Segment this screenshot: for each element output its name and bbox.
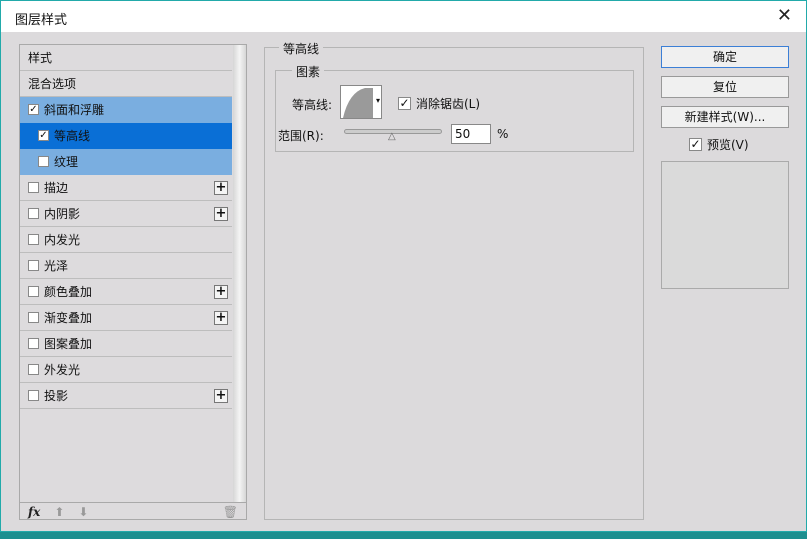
sidebar-item-label: 等高线 (54, 129, 91, 143)
antialias-label: 消除锯齿(L) (416, 97, 481, 111)
checkbox[interactable] (28, 234, 39, 245)
sidebar-item-label: 图案叠加 (44, 337, 93, 351)
sidebar-item[interactable]: 外发光 (20, 357, 232, 383)
checked-checkbox[interactable]: ✓ (28, 104, 39, 115)
percent-unit: % (497, 127, 509, 141)
sidebar-item[interactable]: 内阴影 + (20, 201, 232, 227)
elements-group: 图素 等高线: ▾ ✓ 消除锯齿(L) 范围(R): △ 50 % (275, 63, 634, 152)
close-icon[interactable]: ✕ (777, 5, 792, 26)
sidebar-item-label: 颜色叠加 (44, 285, 93, 299)
ok-button[interactable]: 确定 (661, 46, 789, 68)
new-style-button[interactable]: 新建样式(W)... (661, 106, 789, 128)
slider-thumb[interactable]: △ (388, 131, 396, 142)
checkbox[interactable] (28, 208, 39, 219)
reset-button[interactable]: 复位 (661, 76, 789, 98)
range-input[interactable]: 50 (451, 124, 491, 144)
sidebar-item-label: 内发光 (44, 233, 81, 247)
range-slider[interactable]: △ (344, 129, 442, 142)
checkbox[interactable] (28, 338, 39, 349)
style-preview (661, 161, 789, 289)
contour-label: 等高线: (292, 98, 333, 112)
check-icon: ✓ (689, 137, 702, 151)
check-icon: ✓ (398, 96, 411, 110)
sidebar-item-label: 渐变叠加 (44, 311, 93, 325)
range-label: 范围(R): (278, 129, 324, 143)
sidebar-item[interactable]: 光泽 (20, 253, 232, 279)
preview-label: 预览(V) (707, 138, 749, 152)
contour-curve-icon (343, 88, 373, 118)
move-down-icon[interactable]: ⬇ (78, 505, 88, 519)
add-icon[interactable]: + (214, 181, 228, 195)
add-icon[interactable]: + (214, 389, 228, 403)
checked-checkbox[interactable]: ✓ (38, 130, 49, 141)
sidebar-item[interactable]: ✓ 等高线 (20, 123, 232, 149)
sidebar-item-label: 样式 (28, 51, 53, 65)
sidebar-item[interactable]: 颜色叠加 + (20, 279, 232, 305)
sidebar-item-label: 光泽 (44, 259, 69, 273)
contour-group: 等高线 图素 等高线: ▾ ✓ 消除锯齿(L) 范围(R): △ 50 % (264, 40, 644, 520)
checkbox[interactable] (28, 182, 39, 193)
sidebar-item[interactable]: 描边 + (20, 175, 232, 201)
scrollbar[interactable] (233, 45, 246, 503)
sidebar-item[interactable]: 投影 + (20, 383, 232, 409)
preview-checkbox[interactable]: ✓ 预览(V) (689, 136, 749, 153)
sidebar-item[interactable]: 内发光 (20, 227, 232, 253)
antialias-checkbox[interactable]: ✓ 消除锯齿(L) (398, 95, 480, 112)
sidebar-item[interactable]: 混合选项 (20, 71, 232, 97)
sidebar-item-label: 混合选项 (28, 77, 77, 91)
sidebar-item[interactable]: 纹理 (20, 149, 232, 175)
sidebar-item-label: 描边 (44, 181, 69, 195)
add-icon[interactable]: + (214, 207, 228, 221)
list-toolbar: fx ⬆ ⬇ 🗑 (20, 502, 246, 520)
checkbox[interactable] (38, 156, 49, 167)
sidebar-item[interactable]: 图案叠加 (20, 331, 232, 357)
subgroup-title: 图素 (292, 63, 325, 80)
fx-button[interactable]: fx (28, 505, 40, 519)
sidebar-item-label: 内阴影 (44, 207, 81, 221)
chevron-down-icon: ▾ (375, 96, 380, 105)
sidebar-item-label: 纹理 (54, 155, 79, 169)
sidebar-item-label: 外发光 (44, 363, 81, 377)
sidebar-item[interactable]: ✓ 斜面和浮雕 (20, 97, 232, 123)
styles-list: 样式混合选项 ✓ 斜面和浮雕 ✓ 等高线纹理描边 + 内阴影 + 内发光光泽颜色叠加 + 渐变叠加 +… (19, 44, 247, 520)
group-title: 等高线 (279, 40, 324, 57)
contour-picker[interactable]: ▾ (340, 85, 382, 119)
checkbox[interactable] (28, 260, 39, 271)
checkbox[interactable] (28, 390, 39, 401)
dialog-title: 图层样式 (15, 13, 68, 28)
layer-style-dialog: 图层样式 ✕ 样式混合选项 ✓ 斜面和浮雕 ✓ 等高线纹理描边 + 内阴影 + 内发光光泽颜色叠… (0, 0, 807, 532)
checkbox[interactable] (28, 364, 39, 375)
trash-icon[interactable]: 🗑 (223, 505, 238, 519)
title-bar: 图层样式 ✕ (1, 1, 806, 32)
checkbox[interactable] (28, 312, 39, 323)
add-icon[interactable]: + (214, 285, 228, 299)
add-icon[interactable]: + (214, 311, 228, 325)
sidebar-item-label: 斜面和浮雕 (44, 103, 105, 117)
range-value: 50 (455, 127, 471, 141)
sidebar-item[interactable]: 样式 (20, 45, 232, 71)
sidebar-item-label: 投影 (44, 389, 69, 403)
checkbox[interactable] (28, 286, 39, 297)
sidebar-item[interactable]: 渐变叠加 + (20, 305, 232, 331)
move-up-icon[interactable]: ⬆ (54, 505, 64, 519)
